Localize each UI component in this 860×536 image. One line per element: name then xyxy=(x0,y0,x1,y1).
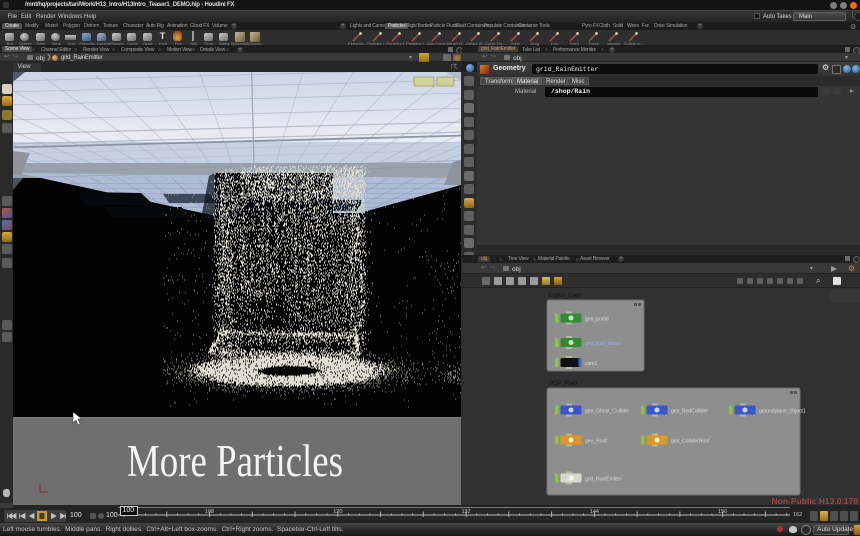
svg-text:grid_ColliderRoof: grid_ColliderRoof xyxy=(671,439,710,445)
svg-text:groundplane_object1: groundplane_object1 xyxy=(759,409,806,415)
svg-text:geo_BedCollider: geo_BedCollider xyxy=(671,409,708,415)
svg-text:geo_portal: geo_portal xyxy=(585,317,609,323)
svg-text:grid_RainEmitter: grid_RainEmitter xyxy=(585,477,622,483)
svg-text:geo_Roof: geo_Roof xyxy=(585,439,607,445)
svg-text:Non-Public H13.0.178: Non-Public H13.0.178 xyxy=(772,496,859,505)
svg-text:cam1: cam1 xyxy=(585,361,598,367)
svg-text:geo_Ghost_Collider: geo_Ghost_Collider xyxy=(585,409,629,415)
svg-text:POP_Rain: POP_Rain xyxy=(549,381,577,387)
svg-text:grid_light_boxes: grid_light_boxes xyxy=(585,341,622,347)
svg-text:More Particles: More Particles xyxy=(127,436,343,486)
svg-text:Lights_Cam: Lights_Cam xyxy=(549,293,581,299)
